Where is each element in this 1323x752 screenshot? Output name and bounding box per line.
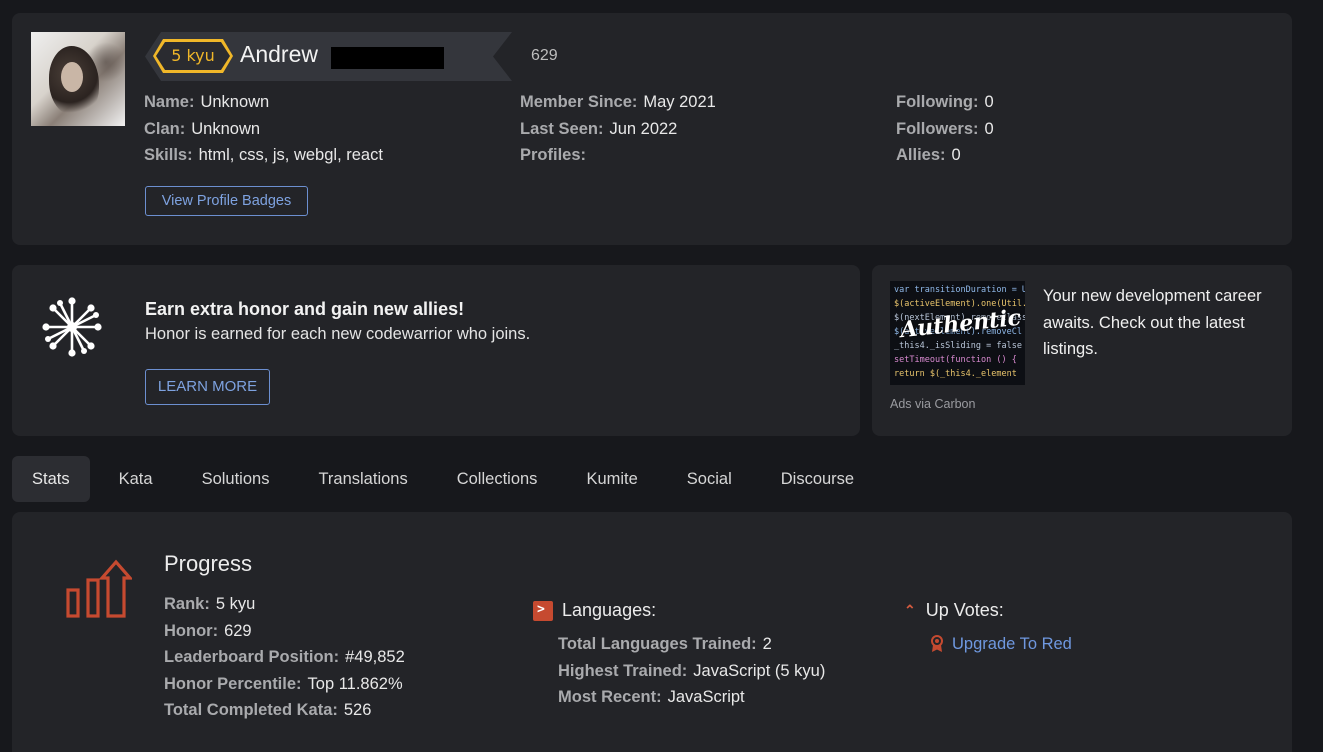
ad-text[interactable]: Your new development career awaits. Chec… — [1043, 283, 1278, 363]
ad-code-line: var transitionDuration = Util — [894, 285, 1025, 295]
profile-info-column: Member Since: May 2021 Last Seen: Jun 2022… — [520, 89, 716, 169]
stat-value: JavaScript — [667, 688, 745, 706]
stats-card: Progress Rank: 5 kyu Honor: 629 Leaderboar… — [12, 512, 1292, 752]
upvotes-header: ⌃ Up Votes: — [904, 600, 1004, 621]
profile-tabs: Stats Kata Solutions Translations Collec… — [12, 456, 883, 502]
info-row-profiles: Profiles: — [520, 142, 716, 169]
stat-label: Total Languages Trained: — [558, 635, 757, 653]
stat-row-most-recent: Most Recent: JavaScript — [558, 684, 825, 711]
stat-label: Most Recent: — [558, 688, 662, 706]
stat-value: 2 — [762, 635, 772, 653]
stat-value: Top 11.862% — [307, 674, 403, 693]
profile-info-column: Following: 0 Followers: 0 Allies: 0 — [896, 89, 994, 169]
referral-text: Honor is earned for each new codewarrior… — [145, 325, 531, 343]
stat-row-leaderboard: Leaderboard Position: #49,852 — [164, 644, 405, 671]
info-label: Member Since: — [520, 93, 638, 111]
profile-info-column: Name: Unknown Clan: Unknown Skills: html, c… — [144, 89, 383, 169]
stat-value: 5 kyu — [215, 595, 256, 613]
view-profile-badges-button[interactable]: View Profile Badges — [145, 186, 308, 216]
info-row-followers[interactable]: Followers: 0 — [896, 116, 994, 143]
stat-label: Total Completed Kata: — [164, 701, 338, 719]
tab-stats[interactable]: Stats — [12, 456, 90, 502]
stat-row-languages-trained: Total Languages Trained: 2 — [558, 631, 825, 658]
info-row-last-seen: Last Seen: Jun 2022 — [520, 116, 716, 143]
upgrade-row: Upgrade To Red — [930, 631, 1072, 658]
honor-score: 629 — [531, 47, 558, 64]
stat-row-highest-trained: Highest Trained: JavaScript (5 kyu) — [558, 658, 825, 685]
info-value: 0 — [984, 93, 994, 111]
info-row-following[interactable]: Following: 0 — [896, 89, 994, 116]
upgrade-to-red-link[interactable]: Upgrade To Red — [952, 631, 1072, 658]
languages-list: Total Languages Trained: 2 Highest Traine… — [558, 631, 825, 711]
learn-more-button[interactable]: LEARN MORE — [145, 369, 270, 405]
info-value: 0 — [951, 146, 961, 164]
info-value: Jun 2022 — [609, 119, 678, 138]
ad-image[interactable]: var transitionDuration = Util $(activeEl… — [890, 281, 1025, 385]
terminal-icon: > — [533, 600, 553, 621]
stat-value: JavaScript (5 kyu) — [693, 661, 826, 680]
info-label: Last Seen: — [520, 119, 604, 138]
tab-social[interactable]: Social — [667, 456, 752, 502]
info-row-clan: Clan: Unknown — [144, 116, 383, 143]
progress-list: Rank: 5 kyu Honor: 629 Leaderboard Positio… — [164, 591, 405, 724]
upvotes-title: Up Votes: — [925, 600, 1004, 620]
network-icon — [42, 297, 102, 357]
info-value: May 2021 — [643, 93, 716, 111]
ad-code-line: setTimeout(function () { — [894, 355, 1017, 365]
referral-card: Earn extra honor and gain new allies! Ho… — [12, 265, 860, 436]
stat-row-completed-kata: Total Completed Kata: 526 — [164, 697, 405, 724]
info-value: Unknown — [200, 93, 270, 111]
chevron-up-icon: ⌃ — [904, 602, 916, 618]
info-value: 0 — [984, 119, 994, 138]
languages-title: Languages: — [562, 600, 657, 620]
stat-row-honor: Honor: 629 — [164, 618, 405, 645]
profile-card: 5 kyu Andrew 629 Name: Unknown Clan: Unkno… — [12, 13, 1292, 245]
stat-value: 629 — [224, 621, 252, 640]
info-label: Name: — [144, 93, 195, 111]
medal-icon — [931, 635, 943, 653]
ad-card: var transitionDuration = Util $(activeEl… — [872, 265, 1292, 436]
username: Andrew — [240, 41, 318, 67]
tab-solutions[interactable]: Solutions — [182, 456, 290, 502]
info-label: Skills: — [144, 146, 193, 164]
info-row-allies[interactable]: Allies: 0 — [896, 142, 994, 169]
stat-label: Highest Trained: — [558, 661, 688, 680]
info-label: Profiles: — [520, 146, 587, 164]
avatar[interactable] — [31, 32, 125, 126]
info-row-skills: Skills: html, css, js, webgl, react — [144, 142, 383, 169]
stat-value: 526 — [343, 701, 372, 719]
stat-label: Rank: — [164, 595, 210, 613]
ad-code-line: return $(_this4._element — [894, 369, 1017, 379]
referral-title: Earn extra honor and gain new allies! — [145, 299, 465, 319]
info-label: Following: — [896, 93, 979, 111]
languages-header: > Languages: — [533, 600, 656, 621]
stat-label: Honor Percentile: — [164, 674, 302, 693]
info-label: Clan: — [144, 119, 186, 138]
tab-discourse[interactable]: Discourse — [761, 456, 874, 502]
progress-title: Progress — [164, 551, 253, 576]
tab-kata[interactable]: Kata — [99, 456, 173, 502]
stat-value: #49,852 — [345, 648, 405, 666]
stat-label: Honor: — [164, 621, 219, 640]
tab-collections[interactable]: Collections — [437, 456, 558, 502]
tab-translations[interactable]: Translations — [298, 456, 427, 502]
progress-chart-icon — [66, 559, 132, 618]
stat-label: Leaderboard Position: — [164, 648, 340, 666]
name-redaction — [331, 47, 444, 69]
info-row-name: Name: Unknown — [144, 89, 383, 116]
info-value: Unknown — [191, 119, 261, 138]
info-label: Allies: — [896, 146, 946, 164]
info-label: Followers: — [896, 119, 979, 138]
stat-row-percentile: Honor Percentile: Top 11.862% — [164, 671, 405, 698]
stat-row-rank: Rank: 5 kyu — [164, 591, 405, 618]
ad-via-carbon[interactable]: Ads via Carbon — [890, 397, 975, 411]
rank-badge-label: 5 kyu — [156, 42, 230, 70]
info-row-member-since: Member Since: May 2021 — [520, 89, 716, 116]
info-value: html, css, js, webgl, react — [198, 146, 383, 164]
tab-kumite[interactable]: Kumite — [566, 456, 657, 502]
